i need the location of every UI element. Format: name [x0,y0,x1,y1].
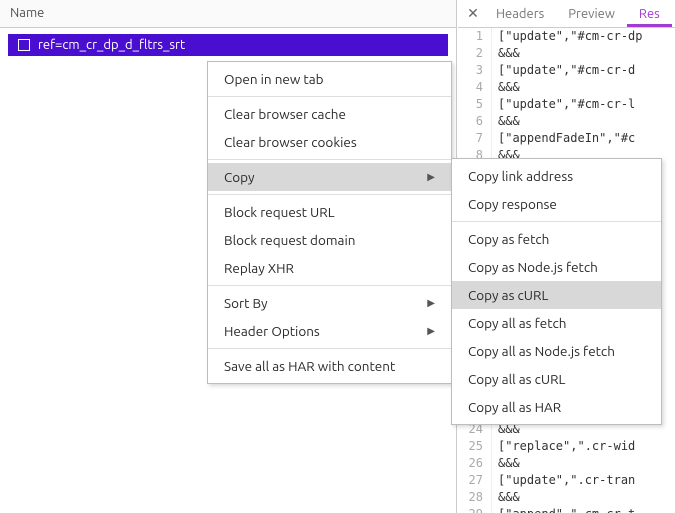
ctx-replay-xhr[interactable]: Replay XHR [208,254,451,282]
code-line: 1["update","#cm-cr-dp [458,28,675,45]
sub-copy-all-node-fetch[interactable]: Copy all as Node.js fetch [452,337,661,365]
code-line: 25["replace",".cr-wid [458,438,675,455]
line-number: 3 [458,62,492,79]
separator [208,159,451,160]
sub-copy-node-fetch[interactable]: Copy as Node.js fetch [452,253,661,281]
context-menu: Open in new tab Clear browser cache Clea… [207,61,452,384]
code-line: 2&&& [458,45,675,62]
request-name: ref=cm_cr_dp_d_fltrs_srt [38,38,185,52]
code-line: 27["update",".cr-tran [458,472,675,489]
code-text: ["update","#cm-cr-l [492,96,635,113]
code-line: 6&&& [458,113,675,130]
separator [208,194,451,195]
line-number: 6 [458,113,492,130]
code-line: 5["update","#cm-cr-l [458,96,675,113]
ctx-copy[interactable]: Copy ▶ [208,163,451,191]
sub-copy-response[interactable]: Copy response [452,190,661,218]
tab-headers[interactable]: Headers [484,1,556,27]
separator [208,96,451,97]
tab-response[interactable]: Res [627,1,672,27]
line-number: 7 [458,130,492,147]
code-text: ["appendFadeIn","#c [492,130,635,147]
code-line: 28&&& [458,489,675,506]
line-number: 29 [458,506,492,513]
line-number: 1 [458,28,492,45]
ctx-open-new-tab[interactable]: Open in new tab [208,65,451,93]
line-number: 25 [458,438,492,455]
ctx-clear-cache[interactable]: Clear browser cache [208,100,451,128]
code-text: &&& [492,113,520,130]
separator [452,221,661,222]
chevron-right-icon: ▶ [427,325,435,337]
ctx-header-options[interactable]: Header Options ▶ [208,317,451,345]
ctx-sort-by[interactable]: Sort By ▶ [208,289,451,317]
sub-copy-curl[interactable]: Copy as cURL [452,281,661,309]
code-text: &&& [492,45,520,62]
sub-copy-fetch[interactable]: Copy as fetch [452,225,661,253]
ctx-block-domain[interactable]: Block request domain [208,226,451,254]
separator [208,348,451,349]
chevron-right-icon: ▶ [427,171,435,183]
code-line: 3["update","#cm-cr-d [458,62,675,79]
code-line: 29["append",".cm-cr-t [458,506,675,513]
column-header-name[interactable]: Name [0,0,456,28]
line-number: 28 [458,489,492,506]
close-icon[interactable]: ✕ [462,5,484,22]
code-line: 4&&& [458,79,675,96]
tab-preview[interactable]: Preview [556,1,627,27]
code-text: ["replace",".cr-wid [492,438,635,455]
line-number: 2 [458,45,492,62]
code-text: ["append",".cm-cr-t [492,506,635,513]
network-request-row[interactable]: ref=cm_cr_dp_d_fltrs_srt [8,34,448,56]
code-text: &&& [492,455,520,472]
context-submenu-copy: Copy link address Copy response Copy as … [451,158,662,425]
line-number: 4 [458,79,492,96]
code-text: &&& [492,79,520,96]
sub-copy-link[interactable]: Copy link address [452,162,661,190]
code-text: ["update","#cm-cr-d [492,62,635,79]
ctx-block-url[interactable]: Block request URL [208,198,451,226]
code-line: 26&&& [458,455,675,472]
ctx-clear-cookies[interactable]: Clear browser cookies [208,128,451,156]
code-text: &&& [492,489,520,506]
code-line: 7["appendFadeIn","#c [458,130,675,147]
code-text: ["update","#cm-cr-dp [492,28,643,45]
file-icon [18,39,30,51]
sub-copy-all-curl[interactable]: Copy all as cURL [452,365,661,393]
line-number: 5 [458,96,492,113]
details-tabs: ✕ Headers Preview Res [458,0,675,28]
code-text: ["update",".cr-tran [492,472,635,489]
ctx-save-har[interactable]: Save all as HAR with content [208,352,451,380]
sub-copy-all-fetch[interactable]: Copy all as fetch [452,309,661,337]
chevron-right-icon: ▶ [427,297,435,309]
line-number: 26 [458,455,492,472]
sub-copy-all-har[interactable]: Copy all as HAR [452,393,661,421]
separator [208,285,451,286]
line-number: 27 [458,472,492,489]
